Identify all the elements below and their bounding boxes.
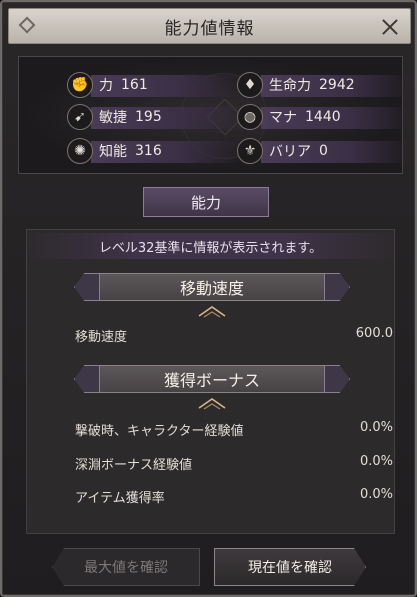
section-title: 移動速度 xyxy=(179,279,244,298)
stat-row: アイテム獲得率 0.0% xyxy=(75,487,393,507)
stat-value: 161 xyxy=(121,77,148,93)
chevron-up-icon xyxy=(197,396,227,410)
stat-barrier: ⚜ バリア 0 xyxy=(237,137,411,165)
header-cap-right xyxy=(324,365,350,393)
row-value: 600.0 xyxy=(355,326,393,341)
row-label: 撃破時、キャラクター経験値 xyxy=(75,424,244,439)
row-label: 深淵ボーナス経験値 xyxy=(75,458,193,473)
header-cap-right xyxy=(324,273,350,301)
level-notice: レベル32基準に情報が表示されます。 xyxy=(27,233,394,259)
stat-value: 2942 xyxy=(319,77,355,93)
header-cap-left xyxy=(74,273,100,301)
stat-agility: ➹ 敏捷 195 xyxy=(67,103,241,131)
strength-icon: ✊ xyxy=(67,72,93,98)
stat-label: 敏捷 xyxy=(99,110,127,126)
tab-ability[interactable]: 能力 xyxy=(143,187,269,217)
stat-value: 0 xyxy=(319,143,328,159)
detail-panel: レベル32基準に情報が表示されます。 移動速度 移動速度 600.0 獲得ボーナ… xyxy=(26,229,395,534)
row-label: 移動速度 xyxy=(75,330,128,345)
stat-label: 生命力 xyxy=(269,78,311,94)
stat-mana: ◍ マナ 1440 xyxy=(237,103,411,131)
window-title: 能力値情報 xyxy=(164,18,255,39)
title-ornament-left xyxy=(18,16,36,34)
stat-vitality: ♦ 生命力 2942 xyxy=(237,71,411,99)
stat-strength: ✊ 力 161 xyxy=(67,71,241,99)
stat-value: 1440 xyxy=(305,109,341,125)
section-header-acquisition[interactable]: 獲得ボーナス xyxy=(74,365,350,393)
stat-label: 力 xyxy=(99,78,113,94)
header-cap-left xyxy=(74,365,100,393)
mana-icon: ◍ xyxy=(237,104,263,130)
agility-icon: ➹ xyxy=(67,104,93,130)
stat-label: マナ xyxy=(269,110,297,126)
footer-buttons: 最大値を確認 現在値を確認 xyxy=(18,548,403,588)
stat-row: 深淵ボーナス経験値 0.0% xyxy=(75,454,393,474)
title-bar: 能力値情報 xyxy=(8,8,411,44)
row-label: アイテム獲得率 xyxy=(75,491,165,506)
stat-row: 撃破時、キャラクター経験値 0.0% xyxy=(75,420,393,440)
stat-label: バリア xyxy=(269,144,311,160)
row-value: 0.0% xyxy=(359,487,393,502)
row-value: 0.0% xyxy=(359,454,393,469)
check-max-value-button[interactable]: 最大値を確認 xyxy=(52,548,200,586)
stat-label: 知能 xyxy=(99,144,127,160)
stat-value: 195 xyxy=(135,109,162,125)
section-title: 獲得ボーナス xyxy=(163,371,260,390)
vitality-icon: ♦ xyxy=(237,72,263,98)
stat-row: 移動速度 600.0 xyxy=(75,326,393,346)
check-current-value-button[interactable]: 現在値を確認 xyxy=(214,548,366,586)
stat-intellect: ✺ 知能 316 xyxy=(67,137,241,165)
row-value: 0.0% xyxy=(359,420,393,435)
section-header-movement[interactable]: 移動速度 xyxy=(74,273,350,301)
barrier-icon: ⚜ xyxy=(237,138,263,164)
chevron-up-icon xyxy=(197,304,227,318)
intellect-icon: ✺ xyxy=(67,138,93,164)
stat-info-window: 能力値情報 ✊ 力 161 ➹ 敏捷 195 ✺ 知能 316 ♦ 生命力 29… xyxy=(0,0,417,597)
close-icon[interactable] xyxy=(382,19,398,35)
stat-value: 316 xyxy=(135,143,162,159)
stats-panel: ✊ 力 161 ➹ 敏捷 195 ✺ 知能 316 ♦ 生命力 2942 ◍ マ… xyxy=(18,56,411,174)
